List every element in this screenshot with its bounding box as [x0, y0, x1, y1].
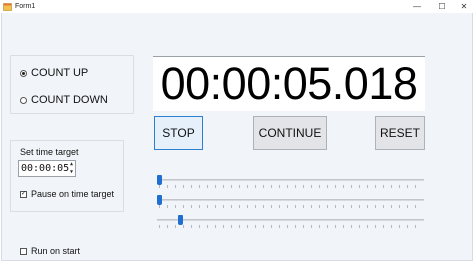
pause-on-target-checkbox[interactable]: ✓ Pause on time target — [20, 189, 114, 199]
stop-button[interactable]: STOP — [154, 116, 203, 150]
time-target-picker[interactable]: 00:00:05 ▲ ▼ — [18, 160, 76, 177]
close-button[interactable]: ✕ — [453, 0, 474, 13]
slider-thumb[interactable] — [157, 175, 162, 185]
count-up-label: COUNT UP — [31, 67, 89, 79]
radio-indicator — [20, 96, 27, 104]
title-bar: Form1 — ☐ ✕ — [0, 0, 474, 13]
slider-thumb[interactable] — [157, 195, 162, 205]
slider-track — [157, 219, 424, 221]
app-icon — [3, 3, 12, 11]
run-on-start-checkbox[interactable]: Run on start — [20, 246, 80, 256]
reset-button[interactable]: RESET — [375, 116, 425, 150]
count-down-label: COUNT DOWN — [31, 94, 108, 106]
radio-indicator — [20, 69, 27, 77]
slider-3[interactable] — [157, 214, 424, 228]
continue-button[interactable]: CONTINUE — [253, 116, 327, 150]
slider-1[interactable] — [157, 174, 424, 188]
slider-ticks — [159, 225, 422, 228]
checkbox-box — [20, 247, 27, 255]
slider-ticks — [159, 205, 422, 208]
window-title: Form1 — [15, 3, 36, 10]
slider-track — [157, 199, 424, 201]
maximize-button[interactable]: ☐ — [431, 0, 453, 13]
count-up-radio[interactable]: COUNT UP — [20, 67, 88, 79]
time-target-spinner[interactable]: ▲ ▼ — [68, 161, 75, 176]
pause-on-target-label: Pause on time target — [31, 189, 115, 199]
count-down-radio[interactable]: COUNT DOWN — [20, 94, 108, 106]
slider-ticks — [159, 185, 422, 188]
slider-2[interactable] — [157, 194, 424, 208]
spin-down-icon[interactable]: ▼ — [68, 169, 75, 177]
time-target-label: Set time target — [20, 147, 79, 157]
slider-thumb[interactable] — [177, 215, 183, 225]
checkmark-icon: ✓ — [20, 190, 27, 198]
slider-track — [157, 179, 424, 181]
minimize-button[interactable]: — — [406, 0, 428, 13]
spin-up-icon[interactable]: ▲ — [68, 161, 75, 169]
run-on-start-label: Run on start — [31, 246, 81, 256]
time-target-value: 00:00:05 — [21, 163, 70, 174]
elapsed-time-display: 00:00:05.018 — [153, 56, 425, 111]
